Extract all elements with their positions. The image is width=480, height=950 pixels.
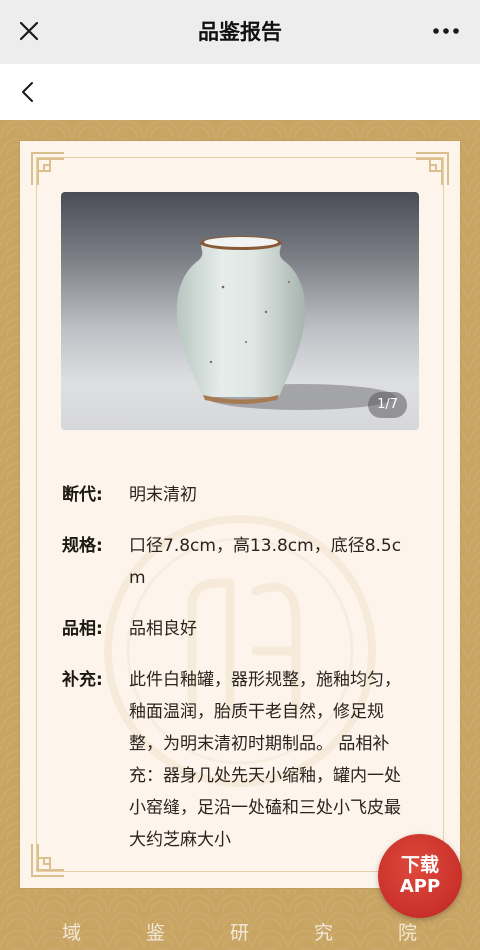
info-row-supplement: 补充: 此件白釉罐，器形规整，施釉均匀，釉面温润，胎质干老自然，修足规整，为明末…: [62, 664, 412, 856]
footer-char: 域: [62, 922, 82, 944]
info-label: 断代:: [62, 485, 103, 505]
chevron-left-icon: [22, 82, 33, 102]
info-row-condition: 品相: 品相良好: [62, 613, 412, 645]
photo-counter: 1/7: [368, 392, 407, 418]
info-row-size: 规格: 口径7.8cm，高13.8cm，底径8.5cm: [62, 530, 412, 594]
corner-ornament-icon: [31, 152, 64, 185]
info-value: 明末清初: [129, 485, 197, 505]
info-label: 规格:: [62, 536, 103, 556]
app-label: APP: [399, 876, 441, 897]
more-dots-icon: [433, 28, 459, 34]
item-photo-carousel[interactable]: 1/7: [61, 192, 419, 430]
white-glazed-jar-image: [176, 236, 396, 410]
info-value: 品相良好: [129, 619, 197, 639]
page-title: 品鉴报告: [198, 20, 282, 44]
corner-ornament-icon: [416, 152, 449, 185]
info-value: 口径7.8cm，高13.8cm，底径8.5cm: [129, 536, 402, 588]
download-app-button[interactable]: 下载 APP: [378, 834, 462, 918]
more-options-button[interactable]: [426, 14, 466, 48]
back-button[interactable]: [12, 76, 44, 108]
footer-char: 鉴: [146, 922, 166, 944]
appraisal-info-list: 断代: 明末清初 规格: 口径7.8cm，高13.8cm，底径8.5cm 品相:…: [62, 479, 412, 875]
top-navbar: 品鉴报告: [0, 0, 480, 64]
info-value: 此件白釉罐，器形规整，施釉均匀，釉面温润，胎质干老自然，修足规整，为明末清初时期…: [129, 670, 401, 850]
footer-char: 院: [398, 922, 418, 944]
appraisal-report-card: 1/7 断代: 明末清初 规格: 口径7.8cm，高13.8cm，底径8.5cm…: [20, 141, 460, 888]
info-label: 品相:: [62, 619, 103, 639]
footer-char: 究: [314, 922, 334, 944]
download-label: 下载: [400, 854, 439, 876]
info-label: 补充:: [62, 670, 103, 690]
corner-ornament-icon: [31, 844, 64, 877]
footer-char: 研: [230, 922, 250, 944]
back-row: [0, 64, 480, 120]
info-row-dating: 断代: 明末清初: [62, 479, 412, 511]
institute-footer: 域 鉴 研 究 院: [0, 912, 480, 950]
